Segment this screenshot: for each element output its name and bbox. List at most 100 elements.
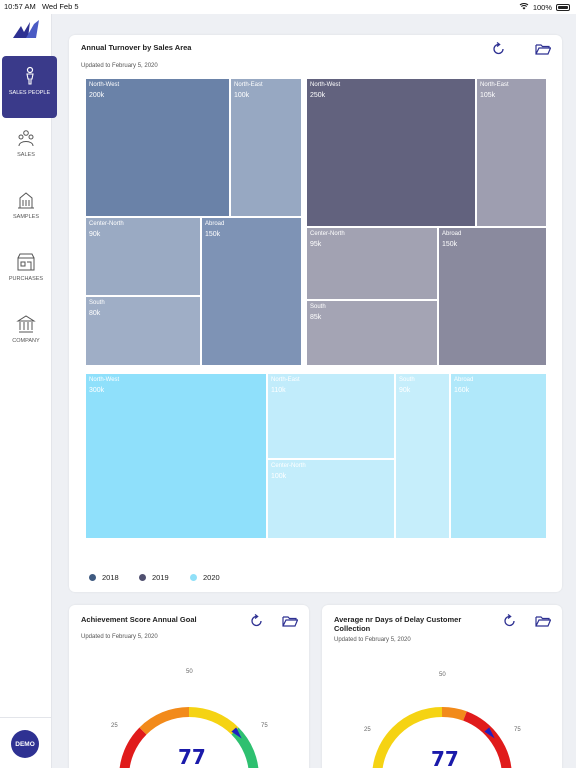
tile-area-label: Center-North: [271, 463, 306, 469]
tile-value-label: 250k: [310, 92, 326, 99]
legend-item-2019[interactable]: 2019: [139, 573, 169, 582]
tile-area-label: Center-North: [310, 231, 345, 237]
tile-area-label: Abroad: [442, 231, 462, 237]
treemap-tile[interactable]: South 85k: [306, 300, 438, 366]
battery-label: 100%: [532, 2, 552, 12]
legend-item-2020[interactable]: 2020: [190, 573, 220, 582]
treemap-tile[interactable]: North-East 100k: [230, 78, 302, 217]
tile-value-label: 90k: [399, 387, 411, 394]
card-title: Annual Turnover by Sales Area: [81, 43, 192, 52]
tile-value-label: 150k: [442, 241, 458, 248]
card-updated: Updated to February 5, 2020: [334, 637, 411, 643]
sidebar-item-sales-people[interactable]: SALES PEOPLE: [2, 56, 57, 118]
treemap-tile[interactable]: North-East 110k: [267, 373, 395, 459]
score-card: Achievement Score Annual Goal Updated to…: [69, 605, 309, 768]
gauge-tick-25: 25: [364, 727, 371, 733]
treemap-tile[interactable]: Abroad 160k: [450, 373, 547, 539]
refresh-icon[interactable]: [491, 41, 507, 57]
bank-icon: [16, 314, 36, 334]
gauge-tick-50: 50: [186, 669, 193, 675]
treemap-tile[interactable]: South 90k: [395, 373, 450, 539]
refresh-icon[interactable]: [502, 613, 518, 629]
status-right: 100%: [519, 2, 570, 12]
sidebar-item-sales[interactable]: SALES: [0, 118, 52, 180]
sidebar-item-label: SALES PEOPLE: [8, 90, 51, 96]
sidebar-item-purchases[interactable]: PURCHASES: [0, 242, 52, 304]
people-icon: [16, 128, 36, 148]
gauge-arc-red: [119, 727, 147, 768]
tile-area-label: North-West: [310, 82, 341, 88]
tile-value-label: 300k: [89, 387, 105, 394]
folder-open-icon[interactable]: [282, 613, 299, 629]
shop-icon: [16, 252, 36, 272]
tile-area-label: Center-North: [89, 221, 124, 227]
tile-area-label: South: [310, 304, 326, 310]
treemap-tile[interactable]: Center-North 95k: [306, 227, 438, 300]
sidebar-item-label: SALES: [17, 152, 35, 158]
legend-item-2018[interactable]: 2018: [89, 573, 119, 582]
gauge-value: 77: [431, 747, 459, 768]
treemap-tile[interactable]: Center-North 90k: [85, 217, 201, 296]
tile-value-label: 110k: [271, 387, 286, 394]
tile-area-label: South: [399, 377, 415, 383]
sidebar-divider: [0, 717, 52, 718]
gauge-tick-25: 25: [111, 723, 118, 729]
tile-value-label: 150k: [205, 231, 221, 238]
treemap-tile[interactable]: Abroad 150k: [201, 217, 302, 366]
tile-value-label: 80k: [89, 310, 101, 317]
app-logo: [12, 18, 40, 40]
tile-area-label: North-West: [89, 82, 120, 88]
gauge-arc-orange: [139, 706, 190, 735]
legend-dot: [139, 574, 146, 581]
battery-icon: [556, 3, 570, 11]
tile-value-label: 160k: [454, 387, 470, 394]
gauge-value: 77: [178, 745, 206, 768]
gauge-arc-orange: [441, 706, 467, 721]
folder-open-icon[interactable]: [535, 41, 552, 57]
tile-value-label: 85k: [310, 314, 322, 321]
treemap-tile[interactable]: Center-North 100k: [267, 459, 395, 539]
sidebar-item-label: PURCHASES: [8, 276, 44, 282]
card-updated: Updated to February 5, 2020: [81, 634, 158, 640]
turnover-card: Annual Turnover by Sales Area Updated to…: [69, 35, 562, 592]
treemap-tile[interactable]: North-West 300k: [85, 373, 267, 539]
wifi-icon: [519, 2, 529, 12]
refresh-icon[interactable]: [249, 613, 265, 629]
legend-dot: [89, 574, 96, 581]
tile-area-label: South: [89, 300, 105, 306]
gauge-tick-75: 75: [514, 727, 521, 733]
treemap-tile[interactable]: Abroad 150k: [438, 227, 547, 366]
tile-area-label: North-East: [480, 82, 509, 88]
tile-value-label: 100k: [234, 92, 250, 99]
demo-button[interactable]: DEMO: [11, 730, 39, 758]
folder-open-icon[interactable]: [535, 613, 552, 629]
tile-value-label: 105k: [480, 92, 496, 99]
legend-label: 2018: [102, 573, 119, 582]
treemap-tile[interactable]: North-West 250k: [306, 78, 476, 227]
sidebar-item-label: SAMPLES: [13, 214, 39, 220]
tile-value-label: 95k: [310, 241, 322, 248]
gauge-tick-50: 50: [439, 672, 446, 678]
treemap-tile[interactable]: North-West 200k: [85, 78, 230, 217]
tile-area-label: Abroad: [205, 221, 225, 227]
gauge-arc-yellow: [188, 706, 239, 735]
gauge-arc-red: [463, 711, 512, 768]
sidebar-item-samples[interactable]: SAMPLES: [0, 180, 52, 242]
tile-value-label: 200k: [89, 92, 105, 99]
legend-label: 2020: [203, 573, 220, 582]
tile-area-label: North-East: [271, 377, 300, 383]
person-icon: [20, 66, 40, 86]
card-title-line2: Collection: [334, 624, 371, 633]
card-updated: Updated to February 5, 2020: [81, 63, 158, 69]
delay-card: Average nr Days of Delay Customer Collec…: [322, 605, 562, 768]
treemap-tile[interactable]: South 80k: [85, 296, 201, 366]
tile-area-label: Abroad: [454, 377, 474, 383]
sidebar-item-company[interactable]: COMPANY: [0, 304, 52, 366]
sidebar-item-label: COMPANY: [12, 338, 40, 344]
treemap-tile[interactable]: North-East 105k: [476, 78, 547, 227]
status-bar: 10:57 AM Wed Feb 5 100%: [0, 0, 576, 14]
tile-area-label: North-East: [234, 82, 263, 88]
card-title: Achievement Score Annual Goal: [81, 615, 197, 624]
gauge-tick-75: 75: [261, 723, 268, 729]
sidebar: SALES PEOPLE SALES SAMPLES PURCHASES COM…: [0, 14, 57, 768]
